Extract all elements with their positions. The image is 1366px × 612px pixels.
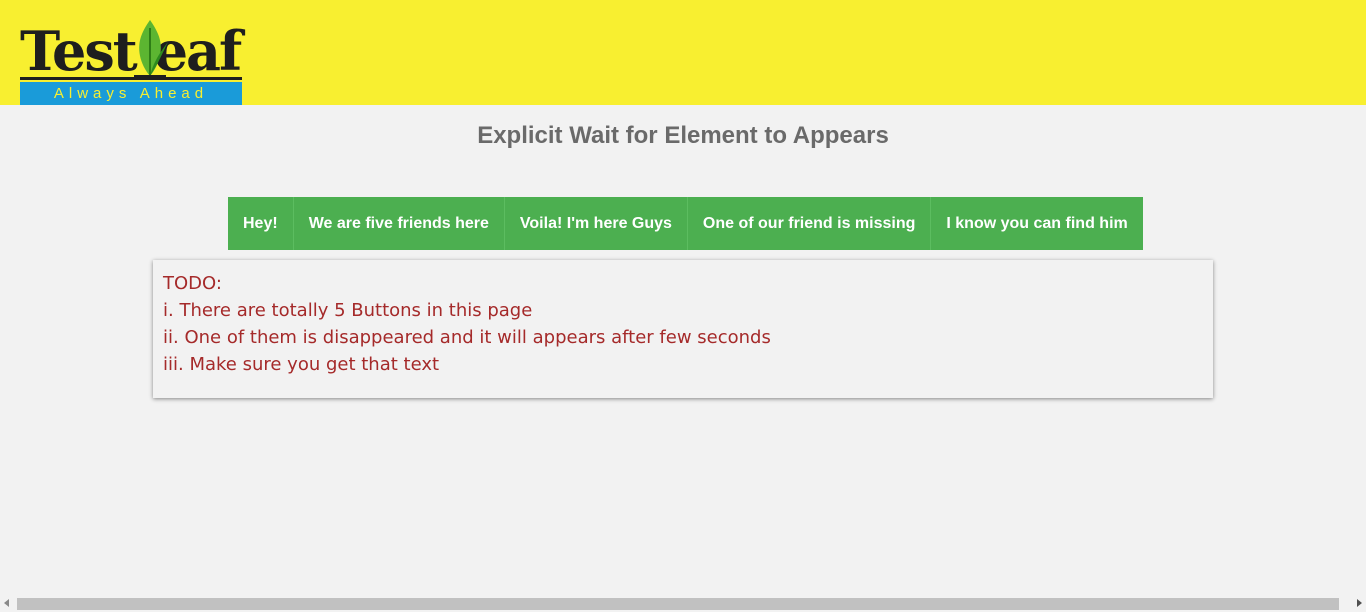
- todo-heading: TODO:: [163, 273, 222, 294]
- horizontal-scrollbar[interactable]: [0, 596, 1366, 612]
- testleaf-logo[interactable]: Test eaf Always Ahead: [20, 20, 242, 105]
- todo-item: i. There are totally 5 Buttons in this p…: [163, 300, 533, 321]
- todo-item: ii. One of them is disappeared and it wi…: [163, 327, 771, 348]
- todo-box: TODO: i. There are totally 5 Buttons in …: [153, 260, 1213, 398]
- button-bar: Hey! We are five friends here Voila! I'm…: [228, 197, 1143, 250]
- scroll-left-arrow-icon[interactable]: [4, 599, 9, 607]
- five-friends-button[interactable]: We are five friends here: [293, 197, 505, 250]
- header: Test eaf Always Ahead: [0, 0, 1366, 105]
- logo-wordmark: Test eaf: [20, 19, 242, 83]
- hey-button[interactable]: Hey!: [228, 197, 294, 250]
- scroll-right-arrow-icon[interactable]: [1357, 599, 1362, 607]
- logo-tagline: Always Ahead: [20, 82, 242, 105]
- todo-item: iii. Make sure you get that text: [163, 354, 440, 375]
- friend-missing-button[interactable]: One of our friend is missing: [687, 197, 932, 250]
- find-him-button[interactable]: I know you can find him: [931, 197, 1143, 250]
- voila-button[interactable]: Voila! I'm here Guys: [504, 197, 688, 250]
- page-title: Explicit Wait for Element to Appears: [477, 122, 889, 149]
- scrollbar-thumb[interactable]: [17, 598, 1339, 610]
- leaf-icon: [134, 20, 168, 78]
